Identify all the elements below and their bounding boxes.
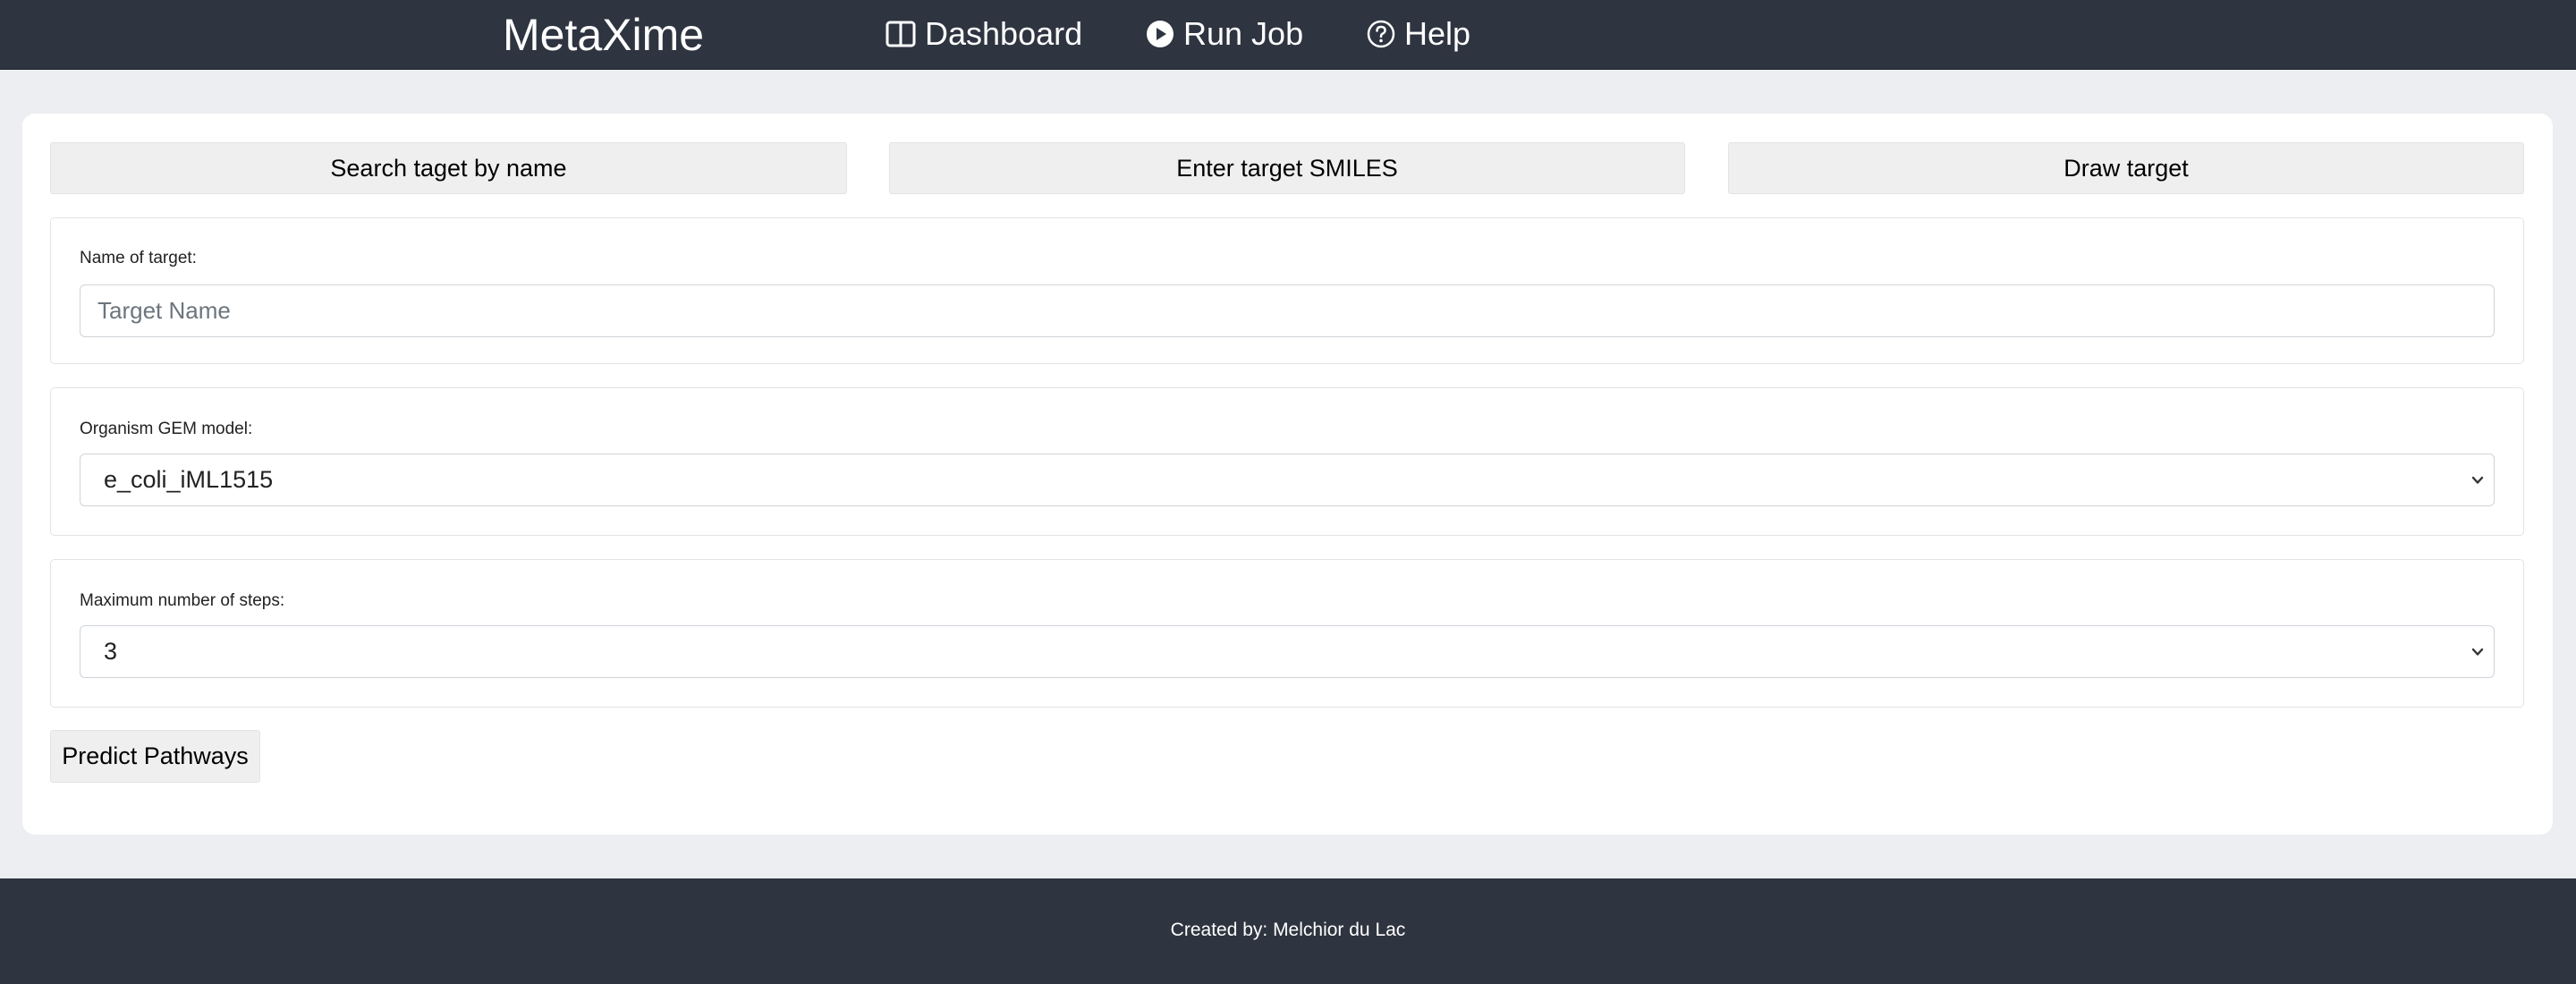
target-name-panel: Name of target: xyxy=(50,217,2524,364)
chevron-down-icon xyxy=(2470,474,2485,490)
organism-model-panel: Organism GEM model: e_coli_iML1515 xyxy=(50,387,2524,536)
top-navbar: MetaXime Dashboard Run Job Help xyxy=(0,0,2576,70)
organism-model-value: e_coli_iML1515 xyxy=(104,466,274,493)
tab-enter-smiles[interactable]: Enter target SMILES xyxy=(889,142,1685,194)
target-name-label: Name of target: xyxy=(80,249,197,267)
brand-logo-text[interactable]: MetaXime xyxy=(503,9,704,61)
play-circle-icon xyxy=(1146,20,1174,48)
predict-pathways-button[interactable]: Predict Pathways xyxy=(50,730,260,783)
footer-credit: Created by: Melchior du Lac xyxy=(1170,920,1406,940)
target-name-input[interactable] xyxy=(80,285,2494,336)
nav-item-dashboard[interactable]: Dashboard xyxy=(886,14,1082,54)
chevron-down-icon xyxy=(2470,646,2485,662)
max-steps-panel: Maximum number of steps: 3 xyxy=(50,559,2524,708)
nav-item-run-job[interactable]: Run Job xyxy=(1146,14,1303,54)
max-steps-label: Maximum number of steps: xyxy=(80,591,285,610)
max-steps-select[interactable]: 3 xyxy=(80,625,2495,678)
target-name-field xyxy=(80,284,2495,337)
nav-item-label: Run Job xyxy=(1183,15,1304,52)
nav-item-help[interactable]: Help xyxy=(1367,14,1470,54)
tab-draw-target[interactable]: Draw target xyxy=(1728,142,2524,194)
max-steps-value: 3 xyxy=(104,638,118,665)
tab-search-by-name[interactable]: Search taget by name xyxy=(50,142,847,194)
organism-model-select[interactable]: e_coli_iML1515 xyxy=(80,454,2495,506)
nav-item-label: Help xyxy=(1404,15,1471,52)
organism-model-label: Organism GEM model: xyxy=(80,420,253,438)
nav-item-label: Dashboard xyxy=(925,15,1083,52)
footer: Created by: Melchior du Lac xyxy=(0,878,2576,984)
question-circle-icon xyxy=(1367,20,1395,48)
layout-columns-icon xyxy=(886,21,916,47)
